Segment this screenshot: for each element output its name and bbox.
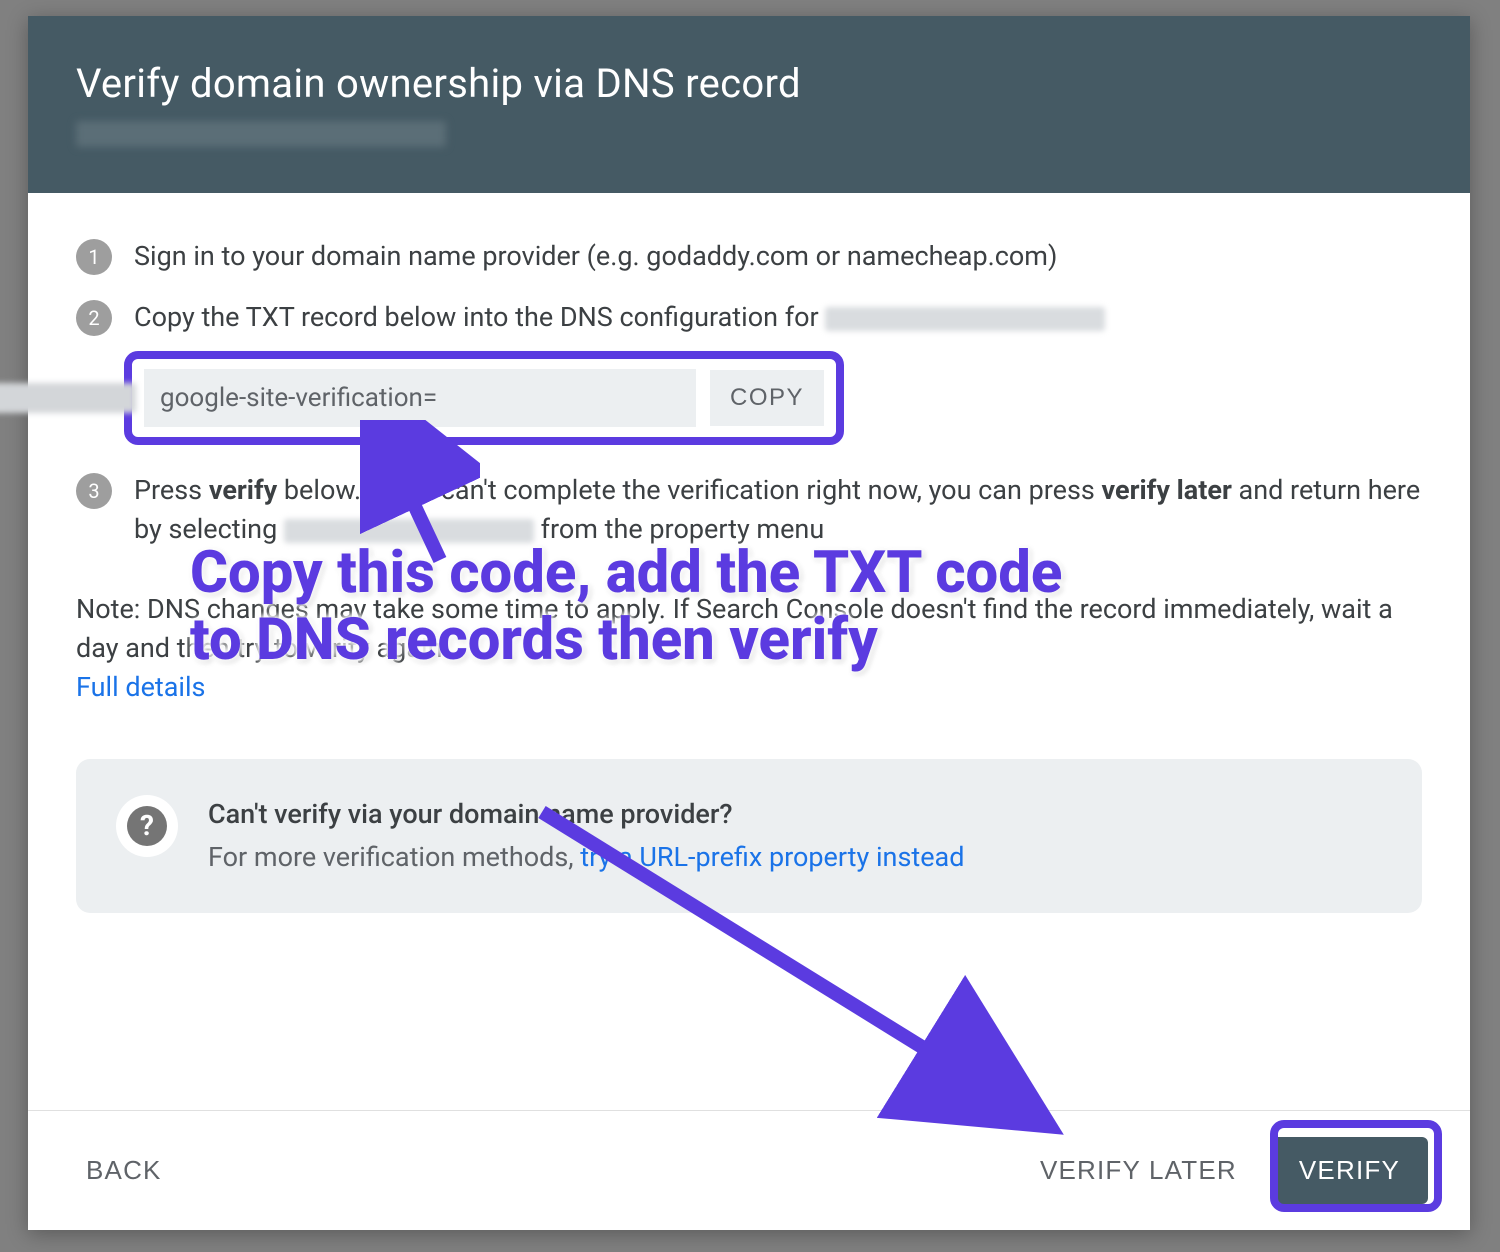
step-2: 2 Copy the TXT record below into the DNS…: [76, 298, 1422, 449]
domain-name-redacted: [284, 519, 534, 543]
step-number-badge: 2: [76, 300, 112, 336]
verify-later-button[interactable]: VERIFY LATER: [1024, 1143, 1253, 1198]
step-1: 1 Sign in to your domain name provider (…: [76, 237, 1422, 276]
verify-domain-modal: Verify domain ownership via DNS record 1…: [28, 16, 1470, 1230]
step-3-text: Press verify below. If you can't complet…: [134, 471, 1422, 549]
step-3: 3 Press verify below. If you can't compl…: [76, 471, 1422, 549]
copy-button[interactable]: COPY: [710, 370, 824, 426]
tip-title: Can't verify via your domain name provid…: [208, 795, 964, 834]
full-details-link[interactable]: Full details: [76, 671, 205, 703]
back-button[interactable]: BACK: [70, 1143, 178, 1198]
note-section: Note: DNS changes may take some time to …: [76, 590, 1422, 707]
note-text: Note: DNS changes may take some time to …: [76, 593, 1393, 664]
step-number-badge: 3: [76, 473, 112, 509]
verify-button[interactable]: VERIFY: [1271, 1137, 1428, 1204]
modal-header: Verify domain ownership via DNS record: [28, 16, 1470, 193]
modal-body: 1 Sign in to your domain name provider (…: [28, 193, 1470, 1110]
modal-footer: BACK VERIFY LATER VERIFY: [28, 1110, 1470, 1230]
tip-subtitle: For more verification methods, try a URL…: [208, 838, 964, 877]
txt-record-input[interactable]: [144, 369, 696, 427]
modal-title: Verify domain ownership via DNS record: [76, 60, 1422, 107]
txt-record-row: COPY: [124, 351, 844, 445]
step-1-text: Sign in to your domain name provider (e.…: [134, 237, 1422, 276]
step-number-badge: 1: [76, 239, 112, 275]
help-icon: ?: [116, 795, 178, 857]
domain-name-redacted: [825, 307, 1105, 331]
domain-name-redacted: [76, 121, 446, 147]
txt-value-redacted: [0, 383, 136, 413]
step-2-content: Copy the TXT record below into the DNS c…: [134, 298, 1422, 449]
tip-box: ? Can't verify via your domain name prov…: [76, 759, 1422, 913]
step-2-text: Copy the TXT record below into the DNS c…: [134, 301, 825, 333]
url-prefix-link[interactable]: try a URL-prefix property instead: [580, 841, 964, 873]
